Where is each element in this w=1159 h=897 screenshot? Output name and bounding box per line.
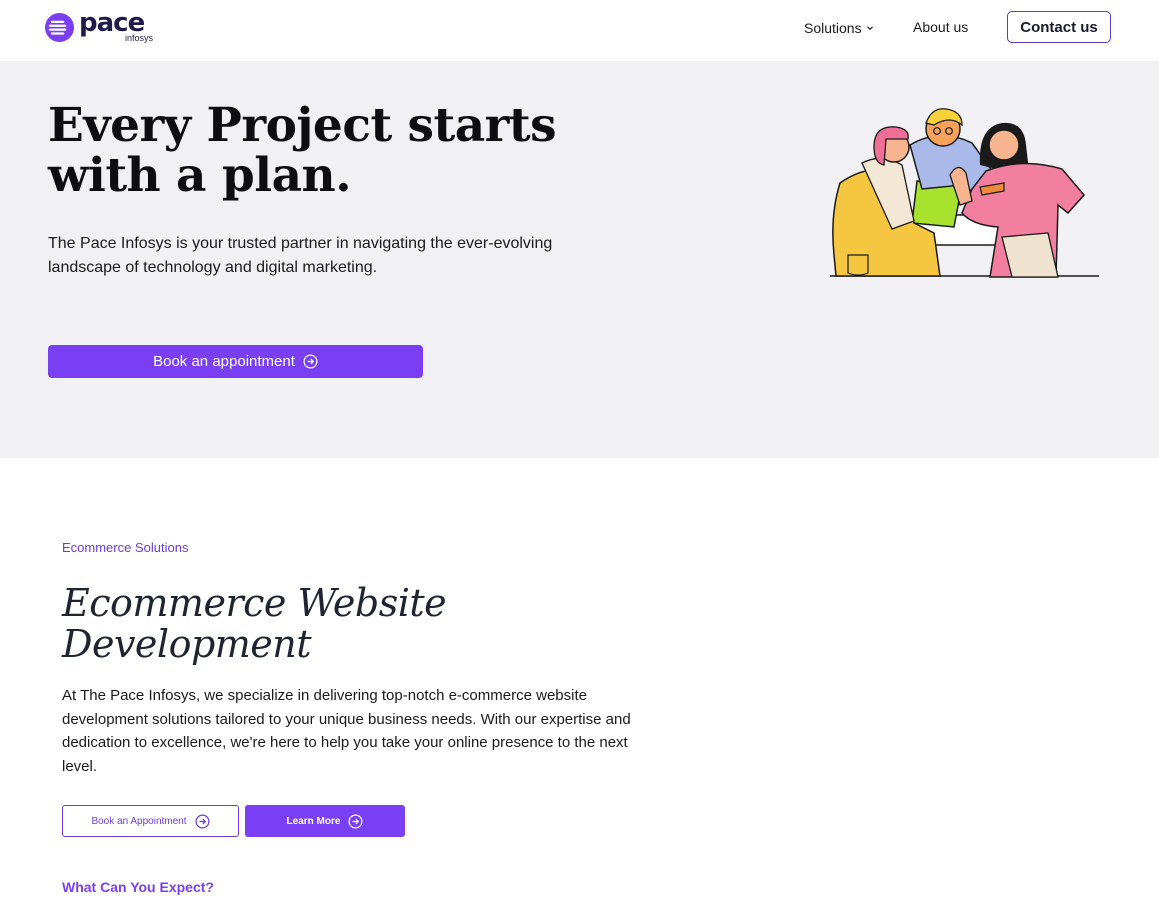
circle-arrow-right-icon — [303, 354, 318, 369]
section-title: Ecommerce Website Development — [62, 583, 582, 665]
what-can-you-expect-heading: What Can You Expect? — [62, 879, 214, 895]
section-eyebrow: Ecommerce Solutions — [62, 540, 189, 555]
hero-description: The Pace Infosys is your trusted partner… — [48, 235, 553, 276]
team-collaboration-illustration — [830, 108, 1099, 278]
section-description: At The Pace Infosys, we specialize in de… — [62, 687, 631, 775]
learn-more-button[interactable]: Learn More — [245, 805, 405, 837]
brand-sub: infosys — [124, 33, 153, 43]
book-an-appointment-label: Book an Appointment — [91, 815, 187, 827]
nav-about[interactable]: About us — [913, 19, 968, 35]
pace-logo-icon — [44, 12, 75, 42]
hero-title-line-2: with a plan. — [48, 148, 352, 203]
book-an-appointment-button[interactable]: Book an Appointment — [62, 805, 239, 837]
nav-solutions[interactable]: Solutions — [804, 20, 874, 36]
learn-more-label: Learn More — [286, 815, 341, 827]
hero-title-line-1: Every Project starts — [48, 98, 557, 153]
hero-title: Every Project starts with a plan. — [48, 101, 608, 201]
section-title-line-1: Ecommerce Website — [62, 581, 447, 625]
book-appointment-label: Book an appointment — [153, 353, 295, 370]
section-title-line-2: Development — [62, 622, 312, 666]
site-header: pace infosys Solutions About us Contact … — [0, 0, 1159, 61]
brand-logo[interactable]: pace infosys — [44, 8, 153, 43]
nav-solutions-label: Solutions — [804, 20, 862, 36]
circle-arrow-right-icon — [348, 814, 363, 828]
hero-section: Every Project starts with a plan. The Pa… — [0, 61, 1159, 458]
contact-us-button[interactable]: Contact us — [1007, 11, 1111, 43]
chevron-down-icon — [866, 26, 873, 31]
circle-arrow-right-icon — [195, 814, 210, 828]
book-appointment-button[interactable]: Book an appointment — [48, 345, 423, 378]
